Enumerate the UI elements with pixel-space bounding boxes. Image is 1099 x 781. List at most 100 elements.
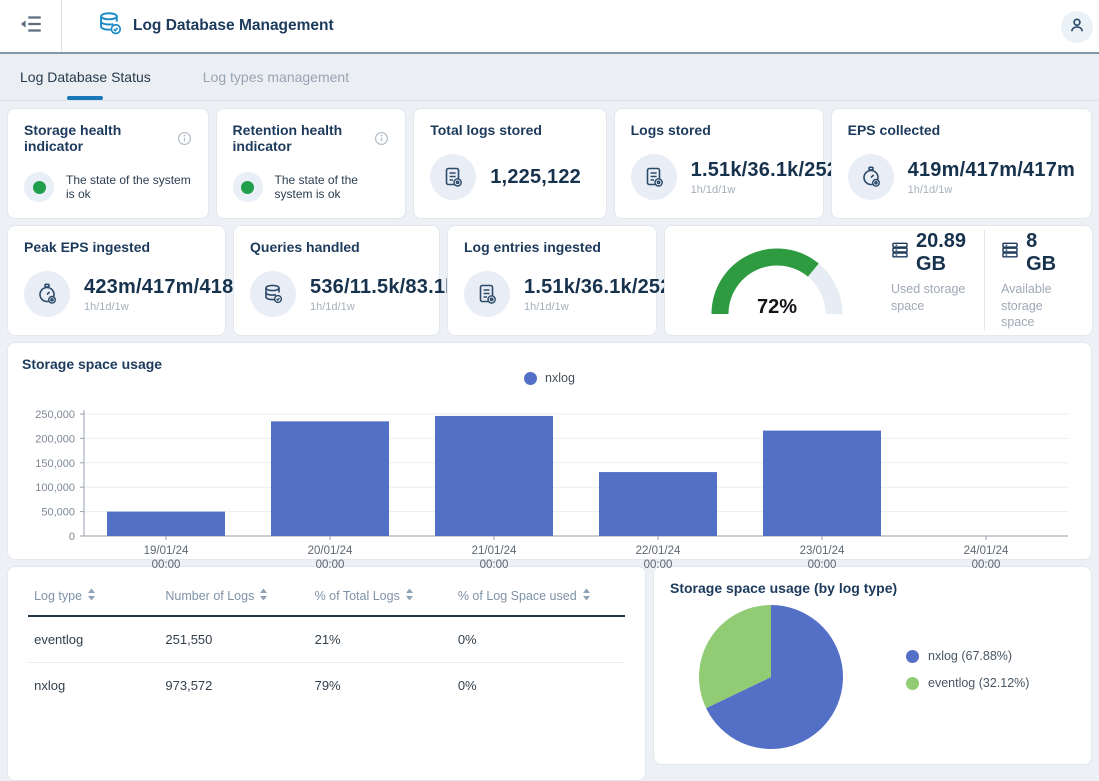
used-storage-stat: 20.89 GB Used storage space: [891, 230, 984, 315]
log-types-table-card: Log type Number of Logs % of Total Logs % o…: [7, 566, 646, 781]
table-row[interactable]: nxlog973,57279%0%: [28, 663, 625, 709]
card-log-entries-ingested: Log entries ingested 1.51k/36.1k/252k 1h…: [447, 225, 657, 336]
pie-chart[interactable]: [696, 602, 846, 757]
card-title: EPS collected: [848, 122, 941, 138]
card-title: Queries handled: [250, 239, 360, 255]
storage-stack-icon: [1001, 241, 1019, 265]
used-storage-value: 20.89 GB: [916, 230, 966, 276]
svg-text:00:00: 00:00: [808, 559, 837, 571]
bar-chart[interactable]: 050,000100,000150,000200,000250,00019/01…: [22, 404, 1077, 579]
used-storage-label: Used storage space: [891, 281, 966, 315]
sort-icon: [405, 588, 414, 601]
database-icon: [96, 10, 123, 42]
svg-text:00:00: 00:00: [316, 559, 345, 571]
green-status-dot: [241, 181, 254, 194]
card-storage-health: Storage health indicator The state of th…: [7, 108, 209, 219]
stat-value: 1.51k/36.1k/252k: [691, 159, 850, 182]
column-label: % of Total Logs: [315, 589, 400, 603]
stat-value: 423m/417m/418m: [84, 276, 251, 299]
info-icon[interactable]: [177, 131, 192, 146]
svg-text:24/01/24: 24/01/24: [964, 545, 1009, 557]
table-cell: nxlog: [28, 663, 159, 709]
card-storage-summary: 72% 20.89 GB Used storage space: [664, 225, 1093, 336]
stat-value: 419m/417m/417m: [908, 159, 1075, 182]
table-cell: 0%: [452, 616, 625, 663]
stat-value: 536/11.5k/83.1k: [310, 276, 456, 299]
svg-text:22/01/24: 22/01/24: [636, 545, 681, 557]
page-title: Log Database Management: [133, 17, 334, 35]
stopwatch-icon: [24, 271, 70, 317]
svg-text:50,000: 50,000: [41, 507, 75, 519]
log-document-icon: [631, 154, 677, 200]
health-status-badge: [24, 172, 54, 202]
table-header-log-type[interactable]: Log type: [28, 573, 159, 616]
bar-chart-legend-nxlog[interactable]: nxlog: [8, 371, 1091, 385]
database-check-icon: [250, 271, 296, 317]
svg-text:21/01/24: 21/01/24: [472, 545, 517, 557]
svg-text:00:00: 00:00: [972, 559, 1001, 571]
stat-value: 1.51k/36.1k/252k: [524, 276, 683, 299]
table-cell: 251,550: [159, 616, 308, 663]
card-title: Logs stored: [631, 122, 711, 138]
tab-label: Log types management: [203, 69, 349, 85]
sort-icon: [582, 588, 591, 601]
available-storage-label: Available storage space: [1001, 281, 1056, 332]
health-status-text: The state of the system is ok: [66, 173, 192, 201]
chart-title: Storage space usage: [22, 356, 162, 372]
storage-usage-gauge: 72%: [697, 232, 867, 329]
card-logs-stored: Logs stored 1.51k/36.1k/252k 1h/1d/1w: [614, 108, 824, 219]
card-total-logs-stored: Total logs stored 1,225,122: [413, 108, 606, 219]
green-status-dot: [33, 181, 46, 194]
storage-by-log-type-card: Storage space usage (by log type) nxlog …: [653, 566, 1092, 765]
storage-space-usage-chart-card: Storage space usage nxlog 050,000100,000…: [7, 342, 1092, 560]
svg-text:72%: 72%: [757, 296, 797, 318]
svg-text:23/01/24: 23/01/24: [800, 545, 845, 557]
stat-period: 1h/1d/1w: [691, 184, 850, 196]
table-header-number-of-logs[interactable]: Number of Logs: [159, 573, 308, 616]
pie-legend: nxlog (67.88%) eventlog (32.12%): [906, 649, 1029, 690]
tab-log-database-status[interactable]: Log Database Status: [20, 54, 151, 100]
card-title: Storage health indicator: [24, 122, 171, 154]
available-storage-value: 8 GB: [1026, 230, 1056, 276]
stat-period: 1h/1d/1w: [84, 301, 251, 313]
app-header: Log Database Management: [0, 0, 1099, 54]
stat-period: 1h/1d/1w: [310, 301, 456, 313]
svg-text:200,000: 200,000: [35, 433, 75, 445]
sort-icon: [259, 588, 268, 601]
card-title: Retention health indicator: [233, 122, 369, 154]
svg-text:19/01/24: 19/01/24: [144, 545, 189, 557]
column-label: Number of Logs: [165, 589, 254, 603]
card-queries-handled: Queries handled 536/11.5k/83.1k 1h/1d/1w: [233, 225, 440, 336]
log-document-icon: [430, 154, 476, 200]
storage-stack-icon: [891, 241, 909, 265]
pie-legend-item-nxlog[interactable]: nxlog (67.88%): [906, 649, 1029, 663]
info-icon[interactable]: [374, 131, 389, 146]
legend-label: eventlog (32.12%): [928, 676, 1029, 690]
legend-dot: [906, 650, 919, 663]
user-menu-button[interactable]: [1061, 11, 1093, 43]
menu-fold-icon: [18, 11, 44, 42]
sort-icon: [87, 588, 96, 601]
card-peak-eps-ingested: Peak EPS ingested 423m/417m/418m 1h/1d/1…: [7, 225, 226, 336]
svg-text:00:00: 00:00: [152, 559, 181, 571]
pie-legend-item-eventlog[interactable]: eventlog (32.12%): [906, 676, 1029, 690]
legend-label: nxlog (67.88%): [928, 649, 1012, 663]
tab-log-types-management[interactable]: Log types management: [203, 54, 349, 100]
tab-label: Log Database Status: [20, 69, 151, 85]
stat-period: 1h/1d/1w: [908, 184, 1075, 196]
table-header--of-log-space-used[interactable]: % of Log Space used: [452, 573, 625, 616]
card-eps-collected: EPS collected 419m/417m/417m 1h/1d/1w: [831, 108, 1092, 219]
table-header--of-total-logs[interactable]: % of Total Logs: [309, 573, 452, 616]
table-cell: 79%: [309, 663, 452, 709]
svg-text:100,000: 100,000: [35, 482, 75, 494]
pie-chart-title: Storage space usage (by log type): [670, 580, 1075, 596]
active-tab-indicator: [67, 96, 103, 100]
table-row[interactable]: eventlog251,55021%0%: [28, 616, 625, 663]
legend-dot: [906, 677, 919, 690]
log-document-icon: [464, 271, 510, 317]
table-cell: eventlog: [28, 616, 159, 663]
table-cell: 21%: [309, 616, 452, 663]
health-status-text: The state of the system is ok: [275, 173, 390, 201]
sidebar-collapse-button[interactable]: [0, 0, 62, 52]
stopwatch-icon: [848, 154, 894, 200]
